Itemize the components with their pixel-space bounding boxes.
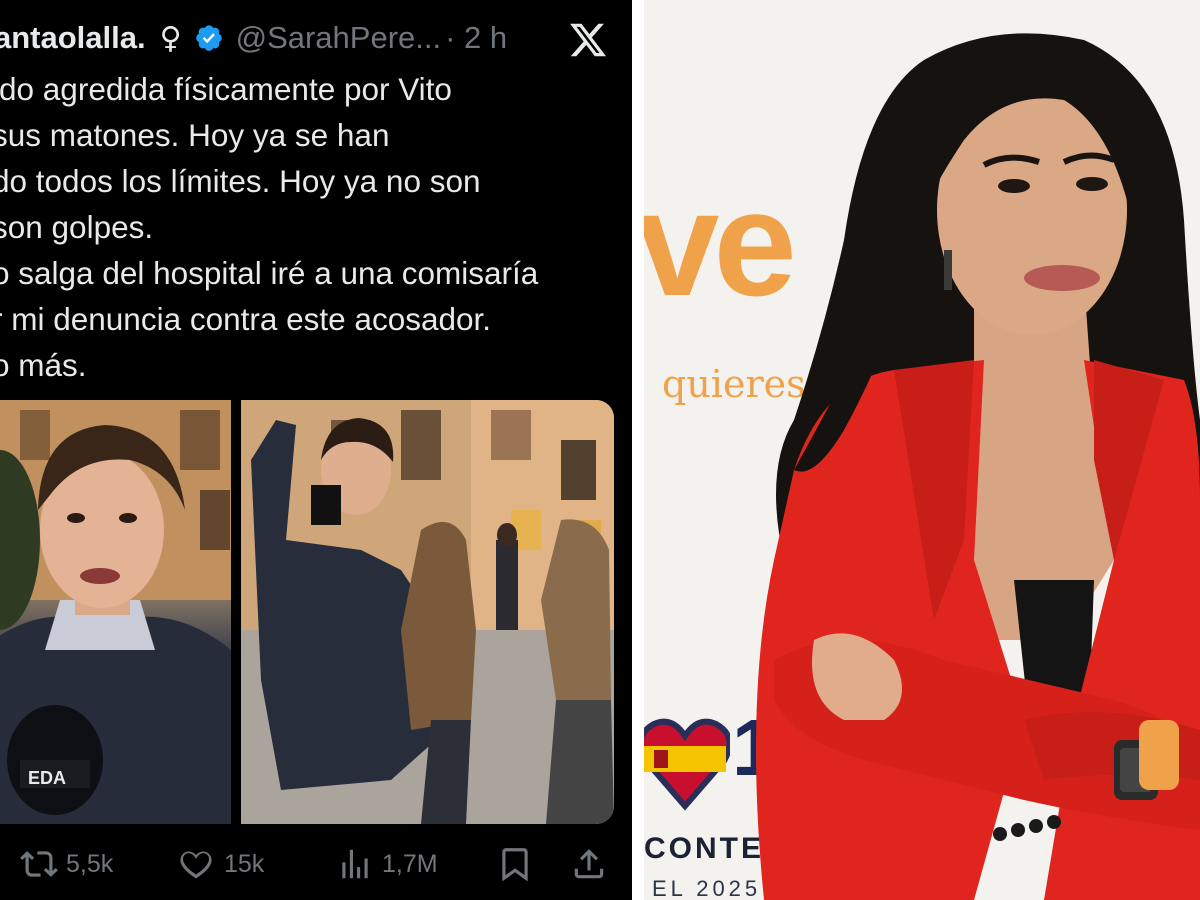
tweet-line: son golpes. xyxy=(0,209,154,245)
tweet-header: antaolalla. ♀ @SarahPere... · 2 h xyxy=(0,16,632,60)
woman-in-red-blazer xyxy=(756,33,1200,900)
like-icon xyxy=(176,844,216,884)
gender-symbol: ♀ xyxy=(159,20,182,56)
media-thumbnail-left[interactable]: EDA xyxy=(0,400,231,824)
tweet-line: o más. xyxy=(0,347,87,383)
tweet-screenshot: antaolalla. ♀ @SarahPere... · 2 h ido ag… xyxy=(0,0,632,900)
panel-gutter xyxy=(632,0,644,900)
tweet-line: do todos los límites. Hoy ya no son xyxy=(0,163,481,199)
x-logo-icon[interactable] xyxy=(568,20,608,60)
repost-icon xyxy=(20,845,58,883)
repost-button[interactable]: 5,5k xyxy=(20,838,113,890)
like-button[interactable]: 15k xyxy=(176,838,264,890)
views-button[interactable]: 1,7M xyxy=(336,838,438,890)
tweet-line: o salga del hospital iré a una comisaría xyxy=(0,255,539,291)
tweet-line: ido agredida físicamente por Vito xyxy=(0,71,452,107)
tweet-line: r mi denuncia contra este acosador. xyxy=(0,301,492,337)
share-button[interactable] xyxy=(570,838,608,890)
media-thumbnail-right[interactable] xyxy=(241,400,614,824)
bookmark-icon xyxy=(496,845,534,883)
handle[interactable]: @SarahPere... xyxy=(236,20,442,56)
views-count: 1,7M xyxy=(382,849,438,878)
tweet-action-bar: 5,5k 15k 1,7M xyxy=(0,838,632,890)
svg-text:EDA: EDA xyxy=(28,768,66,788)
verified-badge-icon xyxy=(194,23,224,53)
tweet-line: sus matones. Hoy ya se han xyxy=(0,117,390,153)
views-icon xyxy=(336,845,374,883)
press-photo: ve quieres 19 CONTES EL 2025 xyxy=(644,0,1200,900)
timestamp[interactable]: · 2 h xyxy=(445,20,507,56)
bookmark-button[interactable] xyxy=(496,838,534,890)
tweet-media: EDA xyxy=(0,400,614,824)
share-icon xyxy=(570,845,608,883)
repost-count: 5,5k xyxy=(66,849,114,878)
tweet-text: ido agredida físicamente por Vito sus ma… xyxy=(0,66,632,388)
like-count: 15k xyxy=(224,849,265,878)
display-name[interactable]: antaolalla. xyxy=(0,20,146,56)
